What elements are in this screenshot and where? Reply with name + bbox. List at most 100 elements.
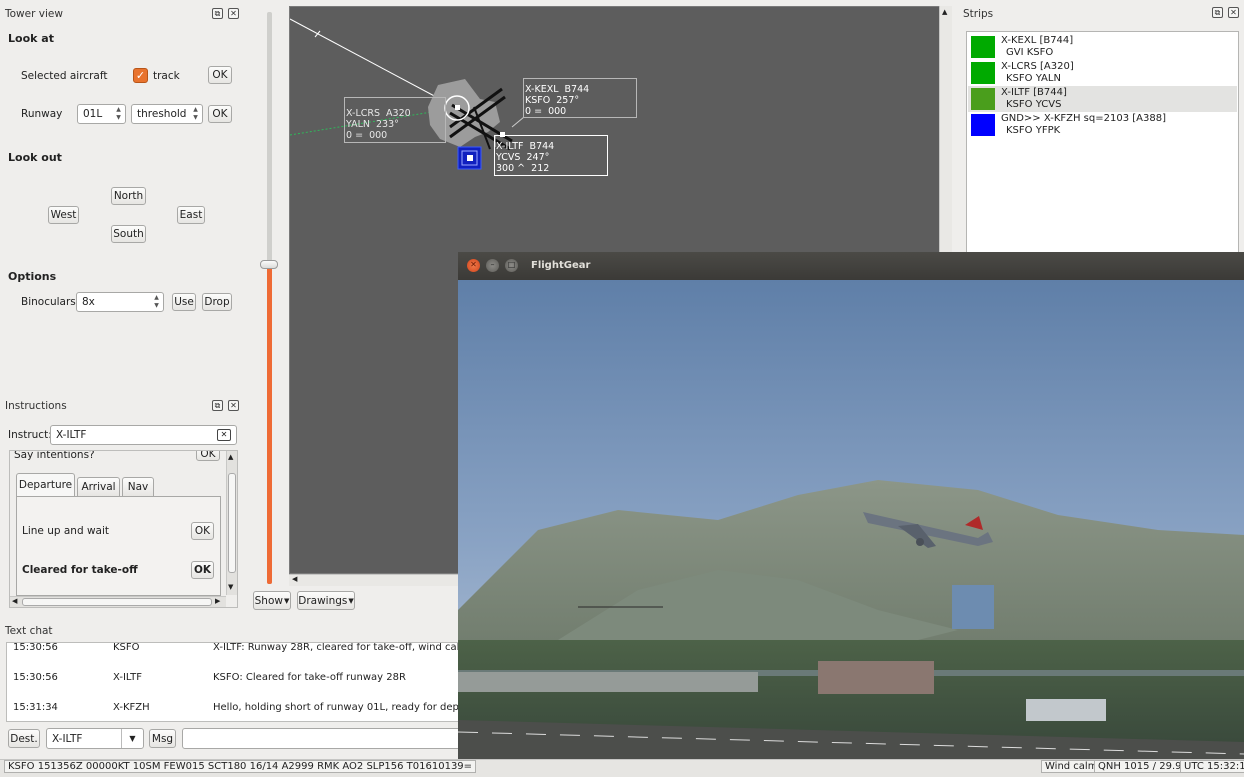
zoom-slider-fill (267, 264, 272, 584)
spinner-icon[interactable]: ▲ ▼ (152, 294, 161, 310)
dest-combo[interactable]: X-ILTF ▼ (46, 728, 144, 749)
qnh-status: QNH 1015 / 29.99 (1094, 760, 1192, 773)
clear-text-icon[interactable]: ✕ (217, 429, 231, 441)
radar-tag-x-iltf[interactable]: X-ILTF B744 YCVS 247° 300 ^ 212 (496, 141, 554, 174)
instructions-scroll-area: Say intentions? OK Departure Arrival Nav… (9, 450, 238, 608)
strip-line1: X-LCRS [A320] (1001, 61, 1074, 72)
taxiway (458, 672, 758, 692)
dropdown-arrow-icon: ▼ (348, 596, 354, 605)
runway-value: 01L (83, 108, 103, 120)
chat-from: X-KFZH (113, 702, 150, 713)
line-up-ok-button[interactable]: OK (191, 522, 214, 540)
utc-clock: UTC 15:32:18 (1180, 760, 1244, 773)
binoculars-value: 8x (82, 296, 95, 308)
runway-select[interactable]: 01L ▲ ▼ (77, 104, 126, 124)
departure-tab-panel: Line up and wait OK Cleared for take-off… (16, 496, 221, 596)
msg-button[interactable]: Msg (149, 729, 176, 748)
show-menu-button[interactable]: Show ▼ (253, 591, 291, 610)
float-icon[interactable]: ⧉ (1212, 7, 1223, 18)
binoculars-label: Binoculars: (21, 296, 80, 308)
east-button[interactable]: East (177, 206, 205, 224)
radar-tag-x-lcrs[interactable]: X-LCRS A320 YALN 233° 0 = 000 (346, 108, 411, 141)
strip-line1: X-ILTF [B744] (1001, 87, 1067, 98)
instruct-value: X-ILTF (56, 429, 87, 441)
chevron-down-icon[interactable]: ▼ (121, 729, 143, 748)
zoom-slider-handle[interactable] (260, 260, 278, 269)
chat-time: 15:30:56 (13, 672, 58, 683)
scroll-right-icon[interactable]: ▶ (215, 597, 220, 605)
window-maximize-icon[interactable]: □ (505, 259, 518, 272)
dest-button[interactable]: Dest. (8, 729, 40, 748)
binoculars-input[interactable]: 8x ▲ ▼ (76, 292, 164, 312)
west-button[interactable]: West (48, 206, 79, 224)
track-checkbox[interactable]: ✓ (133, 68, 148, 83)
close-icon[interactable]: ✕ (228, 400, 239, 411)
strip-color-swatch (971, 88, 995, 110)
tab-arrival[interactable]: Arrival (77, 477, 120, 497)
scroll-up-icon[interactable]: ▲ (942, 8, 947, 16)
spinner-icon[interactable]: ▲ ▼ (114, 106, 123, 122)
tab-departure[interactable]: Departure (16, 473, 75, 497)
strip-x-lcrs[interactable]: X-LCRS [A320] KSFO YALN (968, 60, 1237, 86)
chat-message: KSFO: Cleared for take-off runway 28R (213, 672, 406, 683)
approach-line (290, 18, 456, 108)
look-at-heading: Look at (8, 32, 54, 45)
strip-x-kexl[interactable]: X-KEXL [B744] GVI KSFO (968, 34, 1237, 60)
tower-view-title: Tower view (5, 8, 63, 20)
flightgear-window-title: FlightGear (531, 260, 591, 271)
use-button[interactable]: Use (172, 293, 196, 311)
runway-point-select[interactable]: threshold ▲ ▼ (131, 104, 203, 124)
chat-time: 15:31:34 (13, 702, 58, 713)
strip-line2: KSFO YCVS (1006, 99, 1062, 110)
drawings-menu-button[interactable]: Drawings ▼ (297, 591, 355, 610)
chat-message-input[interactable] (182, 728, 464, 749)
radar-tag-x-kexl[interactable]: X-KEXL B744 KSFO 257° 0 = 000 (525, 84, 589, 117)
chat-from: X-ILTF (113, 672, 142, 683)
look-at-ok-button[interactable]: OK (208, 66, 232, 84)
scroll-up-icon[interactable]: ▲ (228, 453, 233, 461)
hangar-building (818, 661, 934, 694)
chat-message: Hello, holding short of runway 01L, read… (213, 702, 466, 713)
radar-horizontal-scrollbar[interactable]: ◀ (289, 574, 459, 586)
dest-value: X-ILTF (52, 732, 83, 745)
scroll-thumb[interactable] (228, 473, 236, 573)
window-close-icon[interactable]: ✕ (467, 259, 480, 272)
strip-line2: KSFO YFPK (1006, 125, 1061, 136)
horizontal-scrollbar[interactable]: ◀ ▶ (10, 596, 226, 607)
cleared-takeoff-ok-button[interactable]: OK (191, 561, 214, 579)
strip-x-kfzh[interactable]: GND>> X-KFZH sq=2103 [A388] KSFO YFPK (968, 112, 1237, 138)
south-button[interactable]: South (111, 225, 146, 243)
close-icon[interactable]: ✕ (1228, 7, 1239, 18)
scroll-left-icon[interactable]: ◀ (292, 575, 297, 583)
float-icon[interactable]: ⧉ (212, 8, 223, 19)
say-intentions-ok-button[interactable]: OK (196, 451, 220, 461)
scroll-left-icon[interactable]: ◀ (12, 597, 17, 605)
chat-log: 15:30:56 KSFO X-ILTF: Runway 28R, cleare… (6, 642, 466, 722)
scroll-down-icon[interactable]: ▼ (228, 583, 233, 591)
text-chat-title: Text chat (5, 625, 53, 637)
window-minimize-icon[interactable]: – (486, 259, 499, 272)
close-icon[interactable]: ✕ (228, 8, 239, 19)
runway-ok-button[interactable]: OK (208, 105, 232, 123)
chat-from: KSFO (113, 642, 140, 653)
strip-x-iltf[interactable]: X-ILTF [B744] KSFO YCVS (968, 86, 1237, 112)
flightgear-3d-view[interactable] (458, 280, 1244, 762)
instruct-input[interactable]: X-ILTF ✕ (50, 425, 237, 445)
vertical-scrollbar[interactable]: ▲ ▼ (226, 451, 237, 595)
spinner-icon[interactable]: ▲ ▼ (191, 106, 200, 122)
instructions-title: Instructions (5, 400, 67, 412)
tab-nav[interactable]: Nav (122, 477, 154, 497)
runway-label: Runway (21, 108, 63, 120)
strip-color-swatch (971, 36, 995, 58)
runway-point-value: threshold (137, 108, 187, 120)
float-icon[interactable]: ⧉ (212, 400, 223, 411)
chat-time: 15:30:56 (13, 642, 58, 653)
north-button[interactable]: North (111, 187, 146, 205)
zoom-slider-track[interactable] (267, 12, 272, 584)
tower-view-controls: ⧉ ✕ (212, 8, 239, 19)
scenery (458, 280, 1244, 762)
scroll-thumb[interactable] (22, 598, 212, 606)
drop-button[interactable]: Drop (202, 293, 232, 311)
terminal-building (1026, 699, 1106, 721)
flightgear-titlebar[interactable]: ✕ – □ FlightGear (458, 252, 1244, 280)
